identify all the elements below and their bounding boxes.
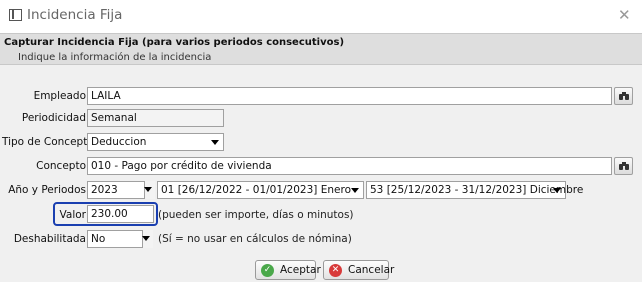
cancel-button[interactable]: ✕ Cancelar — [323, 260, 394, 280]
empleado-label: Empleado — [33, 90, 86, 102]
anio-periodos-label: Año y Periodos — [8, 184, 86, 196]
accept-label: Aceptar — [280, 264, 321, 276]
period-to-select[interactable]: 53 [25/12/2023 - 31/12/2023] Diciembre — [366, 181, 583, 199]
check-circle-icon: ✓ — [261, 264, 274, 277]
window-title: Incidencia Fija — [27, 7, 123, 23]
chevron-down-icon — [144, 187, 152, 192]
year-value: 2023 — [91, 184, 118, 196]
x-circle-icon: ✕ — [329, 264, 342, 277]
deshabilitada-select[interactable]: No — [87, 230, 153, 248]
window-icon — [9, 9, 22, 21]
periodicidad-label: Periodicidad — [21, 112, 86, 124]
valor-field[interactable]: 230.00 — [87, 205, 154, 223]
header-title: Capturar Incidencia Fija (para varios pe… — [4, 37, 345, 48]
chevron-down-icon — [351, 188, 359, 193]
empleado-search-button[interactable] — [614, 87, 633, 105]
valor-hint: (pueden ser importe, días o minutos) — [158, 209, 354, 221]
tipo-concepto-select[interactable]: Deduccion — [87, 133, 224, 151]
deshabilitada-label: Deshabilitada — [13, 233, 86, 245]
chevron-down-icon — [553, 188, 561, 193]
tipo-concepto-value: Deduccion — [91, 136, 147, 148]
concepto-field[interactable]: 010 - Pago por crédito de vivienda — [87, 157, 612, 175]
cancel-label: Cancelar — [348, 264, 395, 276]
year-select[interactable]: 2023 — [87, 181, 155, 199]
header-subtitle: Indique la información de la incidencia — [18, 52, 212, 63]
title-bar: Incidencia Fija ✕ — [0, 0, 642, 30]
concepto-label: Concepto — [36, 160, 86, 172]
period-from-select[interactable]: 01 [26/12/2022 - 01/01/2023] Enero — [157, 181, 364, 199]
tipo-concepto-label: Tipo de Concepto — [2, 136, 94, 148]
dialog-header: Capturar Incidencia Fija (para varios pe… — [0, 33, 642, 65]
accept-button[interactable]: ✓ Aceptar — [255, 260, 321, 280]
valor-label: Valor — [59, 209, 86, 221]
deshabilitada-hint: (Sí = no usar en cálculos de nómina) — [158, 233, 352, 245]
concepto-search-button[interactable] — [614, 157, 633, 175]
binoculars-icon — [619, 92, 629, 101]
binoculars-icon — [619, 162, 629, 171]
incidencia-form: Empleado LAILA Periodicidad Semanal Tipo… — [0, 65, 642, 282]
chevron-down-icon — [211, 140, 219, 145]
period-from-value: 01 [26/12/2022 - 01/01/2023] Enero — [161, 184, 351, 196]
deshabilitada-value: No — [91, 233, 106, 245]
period-to-value: 53 [25/12/2023 - 31/12/2023] Diciembre — [370, 184, 584, 196]
close-icon[interactable]: ✕ — [618, 6, 631, 24]
empleado-field[interactable]: LAILA — [87, 87, 612, 105]
chevron-down-icon — [142, 236, 150, 241]
periodicidad-field: Semanal — [87, 109, 224, 127]
